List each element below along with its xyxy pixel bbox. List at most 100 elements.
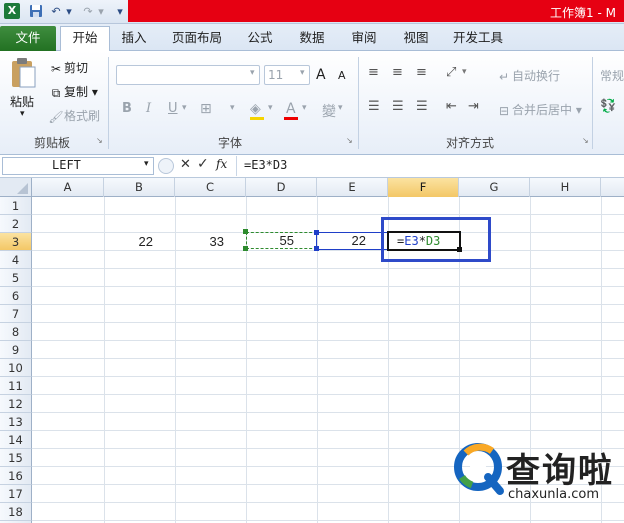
number-format-combo[interactable]: 常规 [600,67,624,84]
shrink-font-button[interactable]: A [338,69,346,82]
merge-center-label: 合并后居中 [512,103,573,117]
row-header-14[interactable]: 14 [0,431,32,449]
column-header-b[interactable]: B [104,178,175,197]
row-header-13[interactable]: 13 [0,413,32,431]
row-header-15[interactable]: 15 [0,449,32,467]
align-right-icon[interactable]: ☰ [416,99,428,114]
font-size-dropdown-icon[interactable]: ▾ [300,68,305,78]
tab-file[interactable]: 文件 [0,26,56,51]
paste-icon[interactable] [8,57,38,91]
excel-app-icon[interactable]: X [4,3,20,19]
row-header-8[interactable]: 8 [0,323,32,341]
orientation-icon[interactable]: ⤢ [446,65,456,80]
customize-qat-icon[interactable]: ▾ [114,3,126,19]
alignment-launcher-icon[interactable]: ↘ [582,136,589,145]
save-icon[interactable] [28,3,44,19]
cut-button[interactable]: ✂ 剪切 [48,59,88,77]
grow-font-button[interactable]: A [316,67,326,83]
paste-dropdown-icon[interactable]: ▾ [20,109,25,119]
select-all-corner[interactable] [0,178,32,197]
name-box-dropdown-icon[interactable]: ▾ [144,159,149,169]
undo-dropdown-icon[interactable]: ▾ [64,3,74,19]
column-header-e[interactable]: E [317,178,388,197]
cell-e3[interactable]: 22 [316,232,389,250]
column-header-a[interactable]: A [32,178,104,197]
row-header-12[interactable]: 12 [0,395,32,413]
phonetic-dropdown-icon[interactable]: ▾ [338,103,343,113]
row-header-10[interactable]: 10 [0,359,32,377]
fill-color-icon[interactable]: ◈ [250,101,261,117]
row-header-1[interactable]: 1 [0,197,32,215]
window-title: 工作簿1 - M [550,6,616,20]
currency-format-icon[interactable]: 💱 [600,99,616,114]
bold-button[interactable]: B [122,101,132,116]
undo-icon[interactable]: ↶ [48,3,64,19]
column-header-c[interactable]: C [175,178,246,197]
tab-data[interactable]: 数据 [290,27,334,51]
align-left-icon[interactable]: ☰ [368,99,380,114]
formula-bar-expand-handle[interactable] [158,158,174,174]
orientation-dropdown-icon[interactable]: ▾ [462,67,467,77]
grid-line [32,358,624,359]
align-top-icon[interactable]: ≡ [368,65,379,80]
name-box-value: LEFT [52,158,81,172]
font-color-icon[interactable]: A [286,101,296,117]
paste-button[interactable]: 粘贴 [10,93,34,110]
phonetic-icon[interactable]: 變 [322,101,336,121]
row-header-7[interactable]: 7 [0,305,32,323]
format-painter-button[interactable]: 🖌格式刷 [48,107,100,125]
italic-button[interactable]: I [146,101,151,116]
row-header-4[interactable]: 4 [0,251,32,269]
column-header-h[interactable]: H [530,178,601,197]
font-name-dropdown-icon[interactable]: ▾ [250,68,255,78]
font-name-combo[interactable] [116,65,260,85]
clipboard-launcher-icon[interactable]: ↘ [96,136,103,145]
row-header-16[interactable]: 16 [0,467,32,485]
row-header-2[interactable]: 2 [0,215,32,233]
increase-indent-icon[interactable]: ⇥ [468,99,479,114]
copy-button[interactable]: ⧉ 复制 ▾ [48,83,98,101]
tab-review[interactable]: 审阅 [342,27,386,51]
underline-button[interactable]: U [168,101,178,116]
font-color-dropdown-icon[interactable]: ▾ [302,103,307,113]
redo-icon[interactable]: ↷ [80,3,96,19]
tab-view[interactable]: 视图 [394,27,438,51]
cell-b3[interactable]: 22 [104,233,175,251]
reference-handle [243,229,248,234]
cell-c3[interactable]: 33 [175,233,246,251]
borders-icon[interactable]: ⊞ [200,101,212,117]
column-header-d[interactable]: D [246,178,317,197]
tab-developer[interactable]: 开发工具 [446,27,510,51]
column-header-g[interactable]: G [459,178,530,197]
wrap-text-button[interactable]: ↵ 自动换行 [496,67,560,85]
borders-dropdown-icon[interactable]: ▾ [230,103,235,113]
font-launcher-icon[interactable]: ↘ [346,136,353,145]
enter-icon[interactable]: ✓ [197,156,209,172]
reference-handle [314,230,319,235]
row-header-9[interactable]: 9 [0,341,32,359]
row-header-17[interactable]: 17 [0,485,32,503]
copy-label: 复制 [64,85,89,99]
tab-insert[interactable]: 插入 [114,27,154,51]
row-header-11[interactable]: 11 [0,377,32,395]
underline-dropdown-icon[interactable]: ▾ [182,103,187,113]
row-header-6[interactable]: 6 [0,287,32,305]
align-middle-icon[interactable]: ≡ [392,65,403,80]
column-header-f[interactable]: F [388,178,459,197]
insert-function-icon[interactable]: fx [216,157,227,171]
tab-formulas[interactable]: 公式 [238,27,282,51]
fill-color-dropdown-icon[interactable]: ▾ [268,103,273,113]
align-center-icon[interactable]: ☰ [392,99,404,114]
tab-home[interactable]: 开始 [60,26,110,52]
cell-d3[interactable]: 55 [246,232,317,249]
row-header-5[interactable]: 5 [0,269,32,287]
redo-dropdown-icon[interactable]: ▾ [96,3,106,19]
row-header-3[interactable]: 3 [0,233,32,251]
row-header-18[interactable]: 18 [0,503,32,521]
formula-input[interactable] [236,156,624,176]
align-bottom-icon[interactable]: ≡ [416,65,427,80]
merge-center-button[interactable]: ⊟ 合并后居中 ▾ [496,101,582,119]
cancel-icon[interactable]: ✕ [180,157,191,172]
decrease-indent-icon[interactable]: ⇤ [446,99,457,114]
tab-page-layout[interactable]: 页面布局 [164,27,230,51]
